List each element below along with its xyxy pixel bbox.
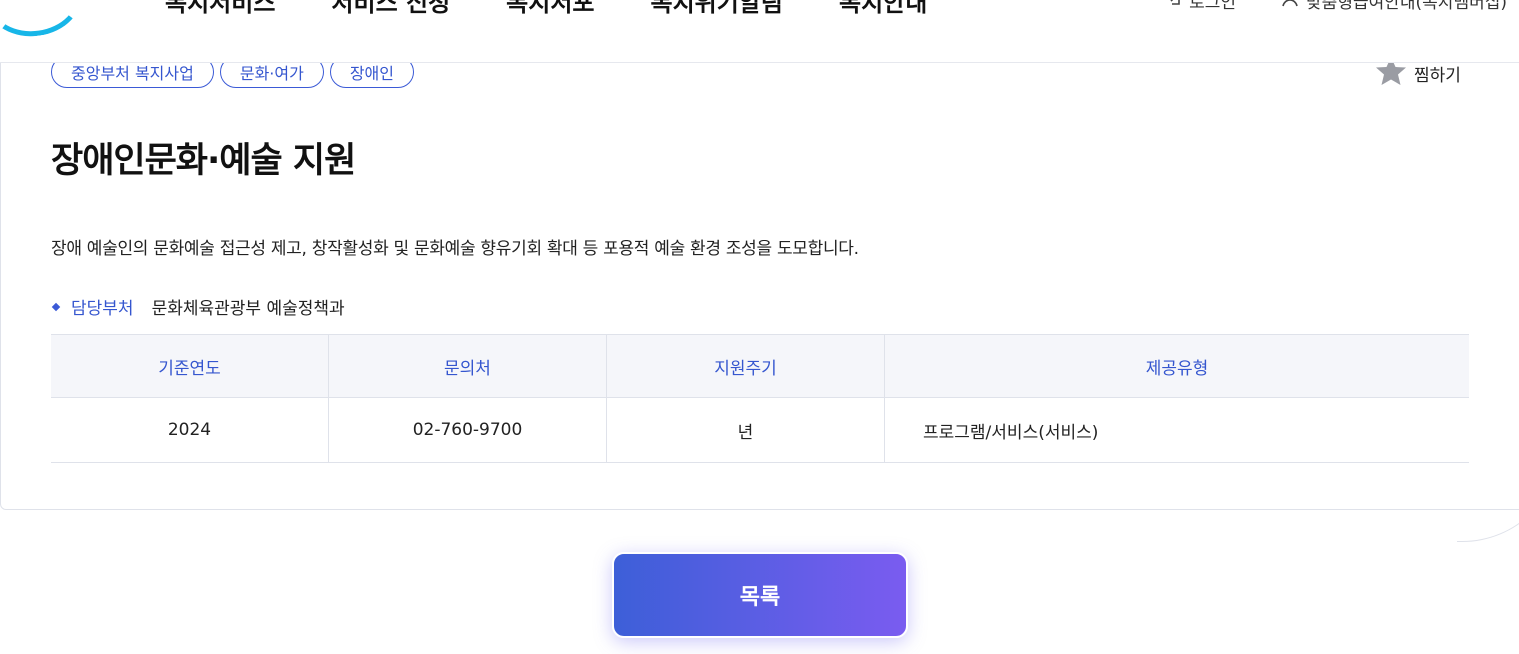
login-icon	[1163, 0, 1183, 13]
header-base-year: 기준연도	[51, 334, 329, 398]
site-header: 복지서비스 서비스 신청 복지서포 복지위기알림 복지안내 로그인 맞춤형급여안…	[0, 0, 1519, 63]
main-nav: 복지서비스 서비스 신청 복지서포 복지위기알림 복지안내	[165, 0, 927, 18]
header-support-cycle: 지원주기	[606, 334, 885, 398]
department-value: 문화체육관광부 예술정책과	[151, 299, 345, 319]
login-label: 로그인	[1189, 0, 1237, 13]
list-button[interactable]: 목록	[612, 552, 908, 638]
nav-item-apply[interactable]: 서비스 신청	[331, 0, 450, 18]
table-header-row: 기준연도 문의처 지원주기 제공유형	[51, 334, 1469, 398]
department-label: 담당부처	[71, 299, 134, 319]
table-row: 2024 02-760-9700 년 프로그램/서비스(서비스)	[51, 397, 1469, 463]
cell-base-year: 2024	[51, 397, 329, 463]
header-provision-type: 제공유형	[884, 334, 1469, 398]
membership-link[interactable]: 맞춤형급여안내(복지멤버십)	[1280, 0, 1507, 13]
nav-item-support[interactable]: 복지서포	[506, 0, 594, 18]
cell-provision-type: 프로그램/서비스(서비스)	[884, 397, 1469, 463]
site-logo[interactable]	[0, 0, 87, 43]
user-icon	[1280, 0, 1300, 13]
nav-item-welfare-services[interactable]: 복지서비스	[165, 0, 275, 18]
cell-support-cycle: 년	[606, 397, 885, 463]
department-row: 담당부처 문화체육관광부 예술정책과	[51, 294, 345, 319]
service-info-table: 기준연도 문의처 지원주기 제공유형 2024 02-760-9700 년 프로…	[51, 334, 1469, 463]
login-link[interactable]: 로그인	[1163, 0, 1236, 13]
diamond-bullet-icon	[51, 302, 61, 311]
favorite-label: 찜하기	[1414, 66, 1461, 86]
service-title: 장애인문화·예술 지원	[51, 141, 356, 181]
utility-menu: 로그인 맞춤형급여안내(복지멤버십)	[1163, 0, 1507, 13]
membership-label: 맞춤형급여안내(복지멤버십)	[1306, 0, 1507, 13]
cell-contact: 02-760-9700	[328, 397, 607, 463]
header-contact: 문의처	[328, 334, 607, 398]
nav-item-crisis-alert[interactable]: 복지위기알림	[651, 0, 783, 18]
service-description: 장애 예술인의 문화예술 접근성 제고, 창작활성화 및 문화예술 향유기회 확…	[51, 239, 859, 259]
nav-item-guide[interactable]: 복지안내	[839, 0, 927, 18]
